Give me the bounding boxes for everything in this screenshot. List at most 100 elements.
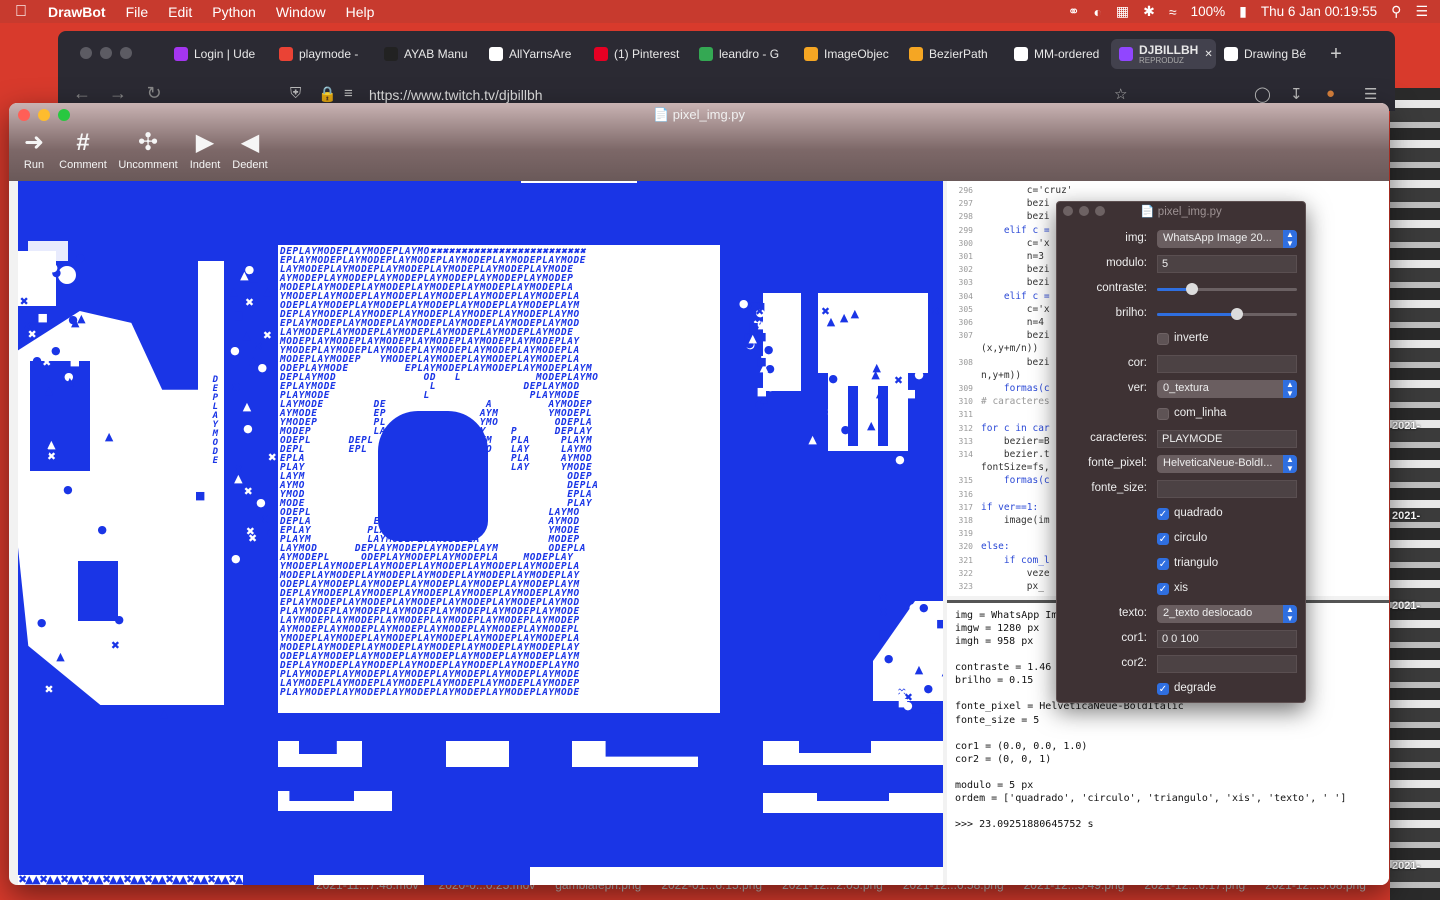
- code-line[interactable]: fontSize=fs,: [947, 462, 1050, 475]
- caracteres-input[interactable]: PLAYMODE: [1157, 430, 1297, 448]
- browser-tab[interactable]: (1) Pinterest: [586, 39, 691, 69]
- code-line[interactable]: 309 formas(c: [947, 383, 1050, 396]
- com-linha-checkbox[interactable]: [1157, 408, 1169, 420]
- modulo-input[interactable]: 5: [1157, 255, 1297, 273]
- browser-tab[interactable]: ImageObjec: [796, 39, 901, 69]
- url-field[interactable]: https://www.twitch.tv/djbillbh: [369, 87, 543, 103]
- browser-window-controls[interactable]: [80, 47, 132, 59]
- code-line[interactable]: 301 n=3: [947, 251, 1044, 264]
- img-select[interactable]: WhatsApp Image 20... ▲ ▼: [1157, 230, 1297, 248]
- bookmark-star-icon[interactable]: ☆: [1114, 85, 1127, 103]
- indent-button[interactable]: ▶ Indent: [187, 127, 223, 171]
- wifi-icon[interactable]: ≈: [1169, 4, 1177, 20]
- tab-label: Login | Ude: [194, 47, 256, 61]
- menu-help[interactable]: Help: [346, 4, 375, 20]
- circulo-checkbox[interactable]: ✓: [1157, 533, 1169, 545]
- code-line[interactable]: 306 n=4: [947, 317, 1044, 330]
- xis-checkbox[interactable]: ✓: [1157, 583, 1169, 595]
- degrade-checkbox[interactable]: ✓: [1157, 683, 1169, 695]
- new-tab-icon[interactable]: +: [1321, 43, 1351, 66]
- comment-button[interactable]: # Comment: [55, 127, 111, 171]
- code-line[interactable]: (x,y+m/n)): [947, 343, 1038, 356]
- fonte-pixel-select[interactable]: HelveticaNeue-BoldI... ▲ ▼: [1157, 455, 1297, 473]
- inverte-checkbox[interactable]: [1157, 333, 1169, 345]
- browser-tab[interactable]: Drawing Bé: [1216, 39, 1321, 69]
- permissions-icon[interactable]: ≡: [344, 85, 353, 102]
- code-line[interactable]: 305 c='x: [947, 304, 1050, 317]
- shield-icon[interactable]: ⛨: [290, 85, 301, 102]
- control-center-icon[interactable]: ☰: [1415, 3, 1428, 20]
- reload-icon[interactable]: ↻: [136, 83, 172, 104]
- code-line[interactable]: 304 elif c =: [947, 291, 1050, 304]
- forward-icon[interactable]: →: [100, 83, 136, 104]
- code-line[interactable]: 322 veze: [947, 568, 1050, 581]
- bluetooth-icon[interactable]: ✱: [1143, 3, 1155, 20]
- cor1-input[interactable]: 0 0 100: [1157, 630, 1297, 648]
- fonte-size-input[interactable]: [1157, 480, 1297, 498]
- calendar-icon[interactable]: ▦: [1116, 3, 1129, 20]
- code-line[interactable]: 311: [947, 409, 981, 422]
- spotlight-search-icon[interactable]: ⚲: [1391, 3, 1401, 20]
- contraste-slider[interactable]: [1157, 283, 1297, 295]
- battery-icon[interactable]: ▮: [1239, 3, 1247, 20]
- code-line[interactable]: 318 image(im: [947, 515, 1050, 528]
- browser-tab[interactable]: leandro - G: [691, 39, 796, 69]
- profile-icon[interactable]: ●: [1326, 85, 1335, 102]
- code-line[interactable]: n,y+m)): [947, 370, 1021, 383]
- creative-cloud-icon[interactable]: ⚭: [1068, 3, 1080, 20]
- lock-icon[interactable]: 🔒: [318, 85, 337, 103]
- code-line[interactable]: 323 px_: [947, 581, 1044, 594]
- canvas-mark: ●: [266, 525, 277, 539]
- browser-tab[interactable]: MM-ordered: [1006, 39, 1111, 69]
- slider-knob[interactable]: [1186, 283, 1198, 295]
- app-menu-icon[interactable]: ☰: [1364, 85, 1377, 103]
- cor2-input[interactable]: [1157, 655, 1297, 673]
- menu-file[interactable]: File: [126, 4, 149, 20]
- slider-knob[interactable]: [1230, 308, 1243, 320]
- code-line[interactable]: 319: [947, 528, 981, 541]
- code-line[interactable]: 299 elif c =: [947, 225, 1050, 238]
- menu-edit[interactable]: Edit: [168, 4, 192, 20]
- pocket-icon[interactable]: ◯: [1254, 85, 1271, 103]
- browser-tab[interactable]: BezierPath: [901, 39, 1006, 69]
- canvas-mark: ●: [763, 342, 774, 356]
- code-line[interactable]: 297 bezi: [947, 198, 1050, 211]
- texto-select[interactable]: 2_texto deslocado ▲ ▼: [1157, 605, 1297, 623]
- code-line[interactable]: 317 if ver==1:: [947, 502, 1039, 515]
- canvas-mark: ●: [36, 616, 47, 630]
- code-line[interactable]: 313 bezier=B: [947, 436, 1050, 449]
- dedent-button[interactable]: ◀ Dedent: [229, 127, 271, 171]
- code-line[interactable]: 316: [947, 489, 981, 502]
- browser-tab[interactable]: Login | Ude: [166, 39, 271, 69]
- apple-menu-icon[interactable]: : [12, 3, 30, 21]
- canvas-mark: ▲: [875, 386, 885, 400]
- downloads-icon[interactable]: ↧: [1290, 85, 1303, 103]
- code-line[interactable]: 315 formas(c: [947, 475, 1050, 488]
- code-line[interactable]: 310 # caracteres: [947, 396, 1050, 409]
- menu-python[interactable]: Python: [212, 4, 256, 20]
- code-line[interactable]: 321 if com_l: [947, 555, 1050, 568]
- uncomment-button[interactable]: ✣ Uncomment: [115, 127, 181, 171]
- theme-toggle-icon[interactable]: ◐: [1093, 4, 1101, 20]
- browser-tab[interactable]: AYAB Manu: [376, 39, 481, 69]
- brilho-slider[interactable]: [1157, 308, 1297, 320]
- browser-tab[interactable]: playmode -: [271, 39, 376, 69]
- clock[interactable]: Thu 6 Jan 00:19:55: [1261, 4, 1377, 19]
- code-line[interactable]: 300 c='x: [947, 238, 1050, 251]
- code-line[interactable]: 312 for c in car: [947, 423, 1050, 436]
- browser-tab[interactable]: DJBILLBH REPRODUZ ✕: [1111, 39, 1216, 69]
- triangulo-checkbox[interactable]: ✓: [1157, 558, 1169, 570]
- code-line[interactable]: 296 c='cruz': [947, 185, 1073, 198]
- quadrado-checkbox[interactable]: ✓: [1157, 508, 1169, 520]
- ver-select[interactable]: 0_textura ▲ ▼: [1157, 380, 1297, 398]
- drawing-canvas[interactable]: DEPLAYMODE DEPLAYMODEPLAYMODEPLAYMO✖✖✖✖✖…: [18, 181, 943, 885]
- menu-window[interactable]: Window: [276, 4, 326, 20]
- close-tab-icon[interactable]: ✕: [1204, 49, 1212, 60]
- run-button[interactable]: ➜ Run: [19, 127, 49, 171]
- code-line[interactable]: 320 else:: [947, 541, 1010, 554]
- code-line[interactable]: 298 bezi: [947, 211, 1050, 224]
- back-icon[interactable]: ←: [64, 83, 100, 104]
- menu-app-drawbot[interactable]: DrawBot: [48, 4, 106, 20]
- cor-input[interactable]: [1157, 355, 1297, 373]
- browser-tab[interactable]: AllYarnsAre: [481, 39, 586, 69]
